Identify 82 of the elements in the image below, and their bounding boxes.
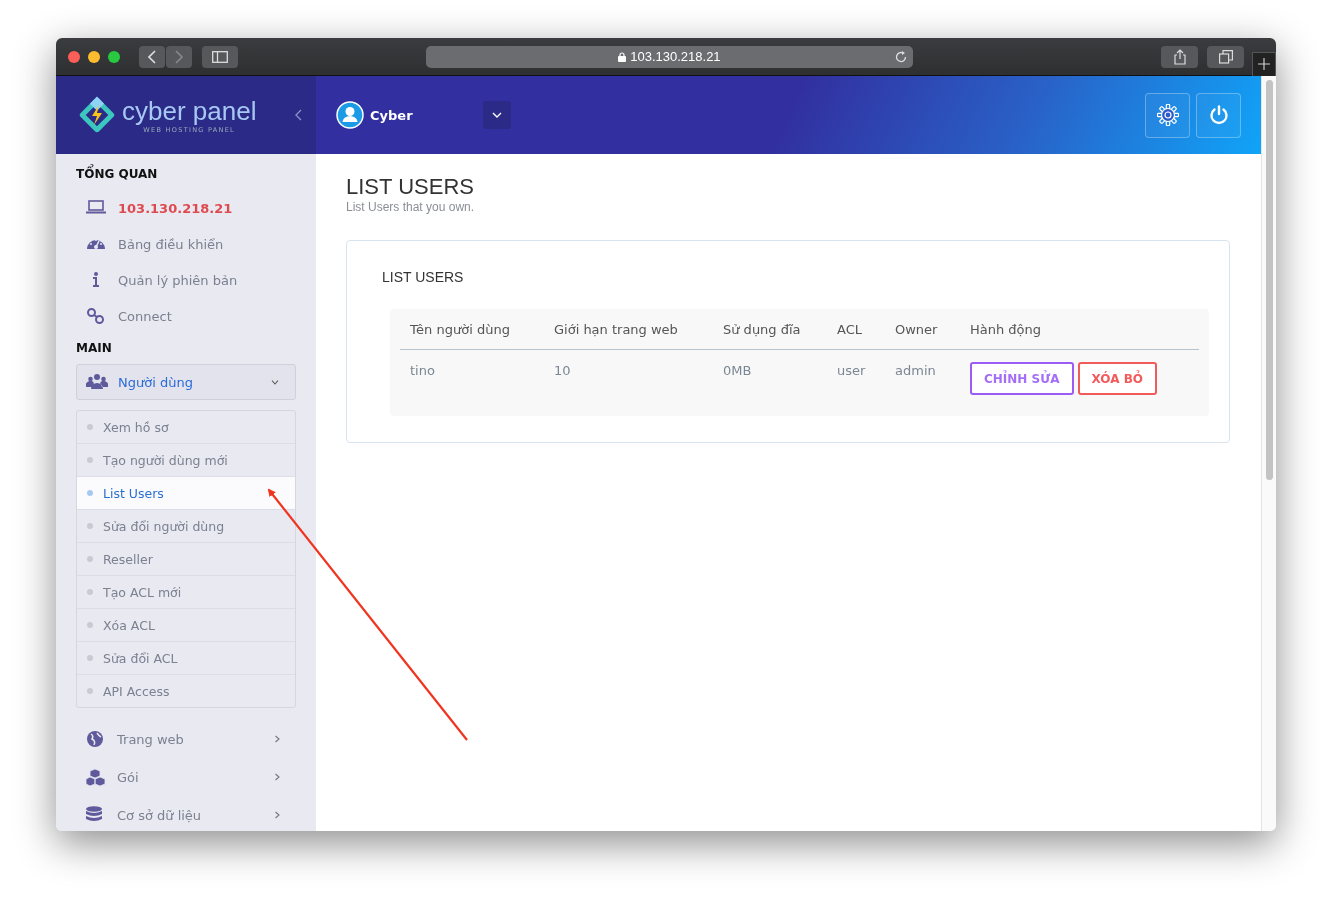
section-heading: MAIN: [76, 340, 113, 357]
column-header: Tên người dùng: [400, 309, 544, 350]
card-title: LIST USERS: [382, 269, 465, 285]
window-control-icon[interactable]: [88, 50, 100, 63]
sidebar-menu-item[interactable]: Cơ sở dữ liệu: [76, 796, 296, 831]
chevron-left-icon: [148, 49, 156, 64]
window-control-icon[interactable]: [108, 50, 120, 63]
sidebar-menu-item[interactable]: Trang web: [76, 720, 296, 758]
column-header: Sử dụng đĩa: [713, 309, 827, 350]
column-header: Giới hạn trang web: [544, 309, 713, 350]
logo-text: cyber panel: [122, 96, 257, 125]
back-button[interactable]: [139, 45, 165, 68]
column-header: Hành động: [960, 309, 1199, 350]
laptop-icon: [86, 199, 106, 217]
avatar-icon: [336, 101, 364, 129]
submenu-item[interactable]: Reseller: [77, 543, 295, 576]
chevron-right-icon: [175, 49, 183, 64]
chevron-down-icon: [271, 379, 279, 385]
column-header: ACL: [827, 309, 885, 350]
server-link[interactable]: 103.130.218.21: [76, 190, 296, 226]
cubes-icon: [85, 768, 107, 786]
chevron-right-icon: [275, 811, 280, 819]
sidebar-icon: [211, 50, 228, 63]
settings-button[interactable]: [1145, 92, 1190, 138]
chevron-right-icon: [275, 735, 280, 743]
bullet-icon: [87, 622, 93, 628]
share-button[interactable]: [1161, 45, 1199, 68]
sidebar-menu-item[interactable]: Người dùng: [76, 364, 296, 400]
bullet-icon: [87, 655, 93, 661]
table-cell: user: [827, 349, 885, 416]
power-button[interactable]: [1196, 92, 1241, 138]
submenu-item[interactable]: List Users: [77, 477, 295, 510]
collapse-button[interactable]: [295, 109, 302, 121]
edit-button[interactable]: CHỈNH SỬA: [970, 362, 1074, 395]
table-cell: admin: [885, 349, 960, 416]
table-cell: 0MB: [713, 349, 827, 416]
submenu-item[interactable]: Xem hồ sơ: [77, 411, 295, 444]
user-menu-button[interactable]: [482, 101, 511, 129]
bullet-icon: [87, 457, 93, 463]
sidebar-item[interactable]: Connect: [76, 298, 296, 334]
user-name: Cyber: [370, 107, 413, 123]
submenu-item[interactable]: Sửa đổi ACL: [77, 642, 295, 675]
table-cell: tino: [400, 349, 544, 416]
power-icon: [1208, 105, 1229, 125]
bullet-icon: [87, 490, 93, 496]
bullet-icon: [87, 523, 93, 529]
link-icon: [86, 307, 106, 325]
chevron-left-icon: [295, 109, 302, 121]
reload-icon: [895, 50, 908, 63]
column-header: Owner: [885, 309, 960, 350]
tabs-icon: [1218, 49, 1233, 64]
forward-button[interactable]: [166, 45, 192, 68]
submenu-item[interactable]: Tạo ACL mới: [77, 576, 295, 609]
chevron-down-icon: [491, 112, 502, 118]
plus-icon: [1258, 58, 1271, 70]
page-subtitle: List Users that you own.: [346, 200, 476, 214]
sidebar-menu-item[interactable]: Gói: [76, 758, 296, 796]
address-bar[interactable]: 103.130.218.21: [425, 45, 914, 68]
bullet-icon: [87, 589, 93, 595]
table-cell: 10: [544, 349, 713, 416]
bullet-icon: [87, 688, 93, 694]
submenu-item[interactable]: Sửa đổi người dùng: [77, 510, 295, 543]
bullet-icon: [87, 556, 93, 562]
submenu-item[interactable]: API Access: [77, 675, 295, 707]
tabs-button[interactable]: [1207, 45, 1245, 68]
sidebar-item[interactable]: Quản lý phiên bản: [76, 262, 296, 298]
submenu-item[interactable]: Xóa ACL: [77, 609, 295, 642]
lock-icon: [618, 51, 627, 62]
bullet-icon: [87, 424, 93, 430]
users-icon: [86, 373, 108, 391]
settings-icon: [1156, 104, 1179, 126]
scrollbar[interactable]: [1261, 76, 1276, 831]
window-control-icon[interactable]: [68, 50, 80, 63]
share-icon: [1173, 48, 1186, 65]
url-text: 103.130.218.21: [630, 49, 721, 64]
new-tab-button[interactable]: [1252, 51, 1276, 76]
sidebar-item[interactable]: Bảng điều khiển: [76, 226, 296, 262]
chevron-right-icon: [275, 773, 280, 781]
sidebar-toggle-button[interactable]: [202, 45, 238, 68]
section-heading: TỔNG QUAN: [76, 166, 296, 190]
delete-button[interactable]: XÓA BỎ: [1077, 362, 1158, 395]
page-title: LIST USERS: [346, 174, 475, 200]
